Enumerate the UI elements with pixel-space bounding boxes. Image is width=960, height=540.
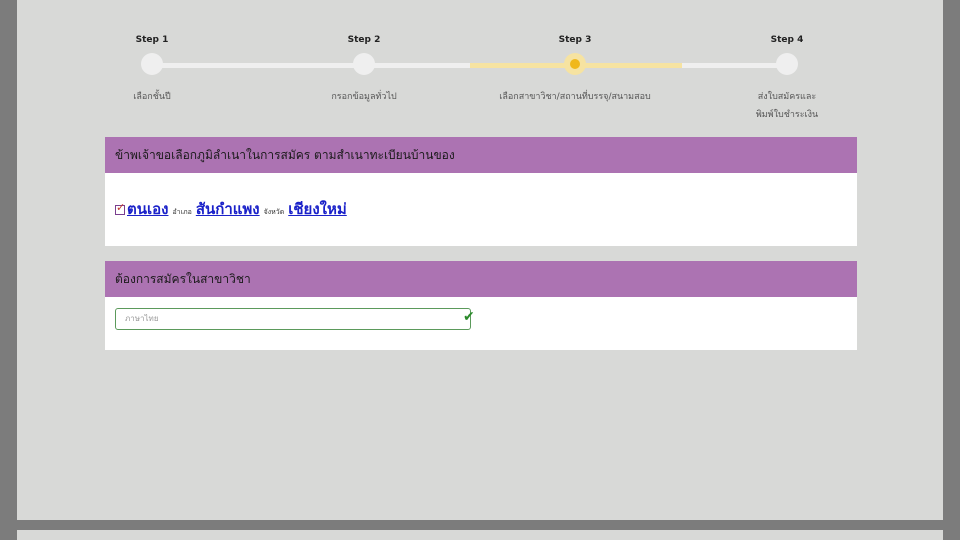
- step-title: Step 1: [135, 35, 169, 45]
- next-page-edge: [17, 530, 943, 540]
- stepper-track-pending: [682, 63, 787, 68]
- owner-link[interactable]: ตนเอง: [127, 197, 168, 221]
- province-link[interactable]: เชียงใหม่: [288, 197, 347, 221]
- major-select-wrapper: ภาษาไทย ✔: [115, 308, 475, 330]
- district-link[interactable]: สันกำแพง: [196, 197, 260, 221]
- district-prefix: อำเภอ: [172, 208, 192, 216]
- domicile-panel: ข้าพเจ้าขอเลือกภูมิลำเนาในการสมัคร ตามสำ…: [105, 137, 857, 246]
- step-label: เลือกชั้นปี: [133, 92, 171, 102]
- province-prefix: จังหวัด: [263, 208, 285, 216]
- step-dot-active: [564, 53, 586, 75]
- application-page: Step 1 เลือกชั้นปี Step 2 กรอกข้อมูลทั่ว…: [17, 0, 943, 520]
- step-dot: [141, 53, 163, 75]
- stepper-track-completed: [152, 63, 470, 68]
- step-title: Step 2: [347, 35, 381, 45]
- domicile-selection: ตนเอง อำเภอ สันกำแพง จังหวัด เชียงใหม่: [105, 173, 857, 221]
- major-panel: ต้องการสมัครในสาขาวิชา ภาษาไทย ✔: [105, 261, 857, 350]
- major-select[interactable]: ภาษาไทย: [115, 308, 471, 330]
- progress-stepper: Step 1 เลือกชั้นปี Step 2 กรอกข้อมูลทั่ว…: [17, 0, 943, 125]
- major-panel-header: ต้องการสมัครในสาขาวิชา: [105, 261, 857, 297]
- check-icon: ✔: [463, 309, 475, 325]
- domicile-panel-header: ข้าพเจ้าขอเลือกภูมิลำเนาในการสมัคร ตามสำ…: [105, 137, 857, 173]
- step-label: กรอกข้อมูลทั่วไป: [331, 92, 397, 102]
- step-label: ส่งใบสมัครและ พิมพ์ใบชำระเงิน: [755, 92, 819, 120]
- step-title: Step 3: [558, 35, 592, 45]
- step-title: Step 4: [770, 35, 804, 45]
- step-dot: [353, 53, 375, 75]
- step-label: เลือกสาขาวิชา/สถานที่บรรจุ/สนามสอบ: [499, 92, 651, 102]
- checkbox-checked-icon[interactable]: [115, 201, 125, 215]
- step-dot: [776, 53, 798, 75]
